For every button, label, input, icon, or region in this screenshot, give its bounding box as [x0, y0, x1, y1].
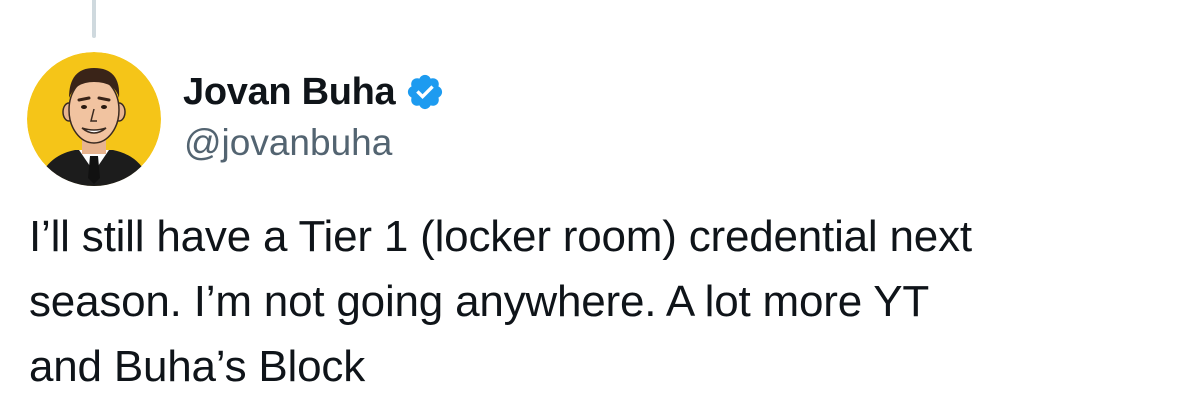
verified-badge-icon [405, 72, 445, 112]
author-display-name[interactable]: Jovan Buha [183, 71, 396, 114]
tweet-text: I’ll still have a Tier 1 (locker room) c… [29, 212, 972, 391]
author-name-row: Jovan Buha [183, 68, 445, 116]
author-handle[interactable]: @jovanbuha [184, 122, 392, 164]
avatar[interactable] [27, 52, 161, 186]
thread-connector-line [92, 0, 96, 38]
avatar-illustration [27, 52, 161, 186]
